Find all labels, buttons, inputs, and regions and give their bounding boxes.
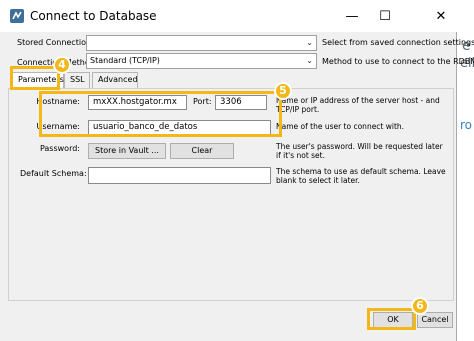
- chevron-down-icon: ⌄: [306, 56, 313, 65]
- port-label: Port:: [193, 97, 212, 106]
- bg-link-fragment: ro: [460, 118, 473, 132]
- hostname-label: Hostname:: [36, 97, 80, 106]
- tab-parameters[interactable]: Parameters: [12, 72, 64, 88]
- username-hint: Name of the user to connect with.: [276, 122, 405, 131]
- chevron-down-icon: ⌄: [306, 38, 313, 47]
- window-title: Connect to Database: [30, 9, 157, 23]
- ok-button[interactable]: OK: [373, 312, 413, 328]
- hostname-hint: Name or IP address of the server host - …: [276, 96, 440, 114]
- close-icon: ✕: [435, 8, 447, 24]
- clear-password-button[interactable]: Clear: [170, 143, 234, 159]
- store-in-vault-button[interactable]: Store in Vault ...: [88, 143, 166, 159]
- minimize-button[interactable]: —: [337, 0, 367, 32]
- step-badge-4: 4: [53, 56, 71, 74]
- stored-connection-label: Stored Connection:: [17, 38, 94, 47]
- hostname-input[interactable]: mxXX.hostgator.mx: [88, 95, 187, 110]
- stored-connection-select[interactable]: ⌄: [86, 35, 317, 51]
- maximize-icon: ☐: [379, 8, 391, 24]
- maximize-button[interactable]: ☐: [370, 0, 400, 32]
- default-schema-input[interactable]: [88, 167, 271, 184]
- step-badge-6: 6: [411, 297, 429, 315]
- close-button[interactable]: ✕: [426, 0, 456, 32]
- connection-method-hint: Method to use to connect to the RDBMS: [322, 57, 474, 66]
- default-schema-hint: The schema to use as default schema. Lea…: [276, 167, 446, 185]
- connect-dialog: Connect to Database — ☐ ✕ Stored Connect…: [0, 0, 474, 341]
- step-badge-5: 5: [274, 82, 292, 100]
- screenshot-stage: e ell ro Connect to Database — ☐ ✕ Store…: [0, 0, 474, 341]
- password-hint: The user's password. Will be requested l…: [276, 142, 443, 160]
- workbench-app-icon: [10, 9, 24, 23]
- password-label: Password:: [39, 144, 80, 153]
- stored-connection-hint: Select from saved connection settings: [322, 38, 474, 47]
- connection-method-value: Standard (TCP/IP): [90, 56, 160, 65]
- tab-advanced[interactable]: Advanced: [92, 72, 138, 88]
- port-input[interactable]: 3306: [215, 95, 267, 110]
- username-label: Username:: [36, 122, 80, 131]
- title-bar[interactable]: Connect to Database — ☐ ✕: [0, 0, 457, 32]
- username-input[interactable]: usuario_banco_de_datos: [88, 120, 271, 135]
- tab-ssl[interactable]: SSL: [64, 72, 90, 88]
- minimize-icon: —: [345, 8, 359, 24]
- connection-method-select[interactable]: Standard (TCP/IP) ⌄: [86, 53, 317, 69]
- default-schema-label: Default Schema:: [20, 169, 87, 178]
